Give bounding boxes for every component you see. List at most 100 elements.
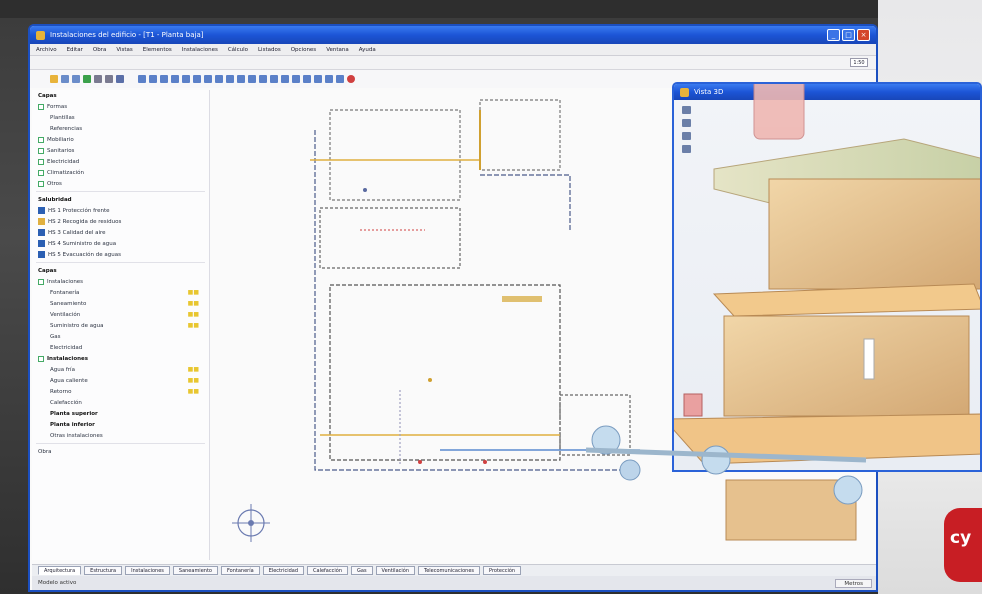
- menu-obra[interactable]: Obra: [93, 47, 106, 53]
- menu-archivo[interactable]: Archivo: [36, 47, 57, 53]
- layer-checkbox[interactable]: [38, 136, 44, 143]
- layer-sanitarios[interactable]: Sanitarios: [32, 145, 209, 156]
- menu-vistas[interactable]: Vistas: [116, 47, 132, 53]
- room-outline[interactable]: [479, 99, 561, 171]
- layer-referencias[interactable]: Referencias: [32, 123, 209, 134]
- tab-instalaciones[interactable]: Instalaciones: [125, 566, 170, 575]
- layer-climatizacion[interactable]: Climatización: [32, 167, 209, 178]
- units-indicator[interactable]: Metros: [835, 578, 872, 588]
- zoom-field[interactable]: 1:50: [850, 58, 868, 67]
- node-point[interactable]: [483, 460, 487, 464]
- menu-ayuda[interactable]: Ayuda: [359, 47, 376, 53]
- layer-icon[interactable]: [314, 75, 322, 83]
- inst-item[interactable]: Suministro de agua ■■: [32, 320, 209, 331]
- inst2-item[interactable]: Otras instalaciones: [32, 430, 209, 441]
- inst2-item[interactable]: Planta superior: [32, 408, 209, 419]
- tab-ventilacion[interactable]: Ventilación: [375, 566, 415, 575]
- snap-icon[interactable]: [336, 75, 344, 83]
- inst-item[interactable]: Fontanería ■■: [32, 287, 209, 298]
- menu-listados[interactable]: Listados: [258, 47, 281, 53]
- menu-opciones[interactable]: Opciones: [291, 47, 316, 53]
- menu-elementos[interactable]: Elementos: [143, 47, 172, 53]
- layer-checkbox[interactable]: [38, 169, 44, 176]
- inst2-item[interactable]: Agua fría ■■: [32, 364, 209, 375]
- duct-element[interactable]: [753, 84, 805, 140]
- open-icon[interactable]: [61, 75, 69, 83]
- maximize-button[interactable]: □: [842, 29, 855, 41]
- room-outline[interactable]: [329, 109, 461, 201]
- instalaciones-group[interactable]: Instalaciones: [32, 276, 209, 287]
- layer-checkbox[interactable]: [38, 158, 44, 165]
- pipe-icon[interactable]: [270, 75, 278, 83]
- layer-checkbox[interactable]: [38, 278, 44, 285]
- tab-electricidad[interactable]: Electricidad: [262, 566, 305, 575]
- valve-icon[interactable]: [281, 75, 289, 83]
- inst-item[interactable]: Electricidad: [32, 342, 209, 353]
- zoom-in-icon[interactable]: [193, 75, 201, 83]
- minimize-button[interactable]: _: [827, 29, 840, 41]
- stop-icon[interactable]: [347, 75, 355, 83]
- redo-icon[interactable]: [105, 75, 113, 83]
- tab-proteccion[interactable]: Protección: [483, 566, 522, 575]
- mirror-icon[interactable]: [182, 75, 190, 83]
- node-point[interactable]: [363, 188, 367, 192]
- salubridad-hs3[interactable]: HS 3 Calidad del aire: [32, 227, 209, 238]
- move-icon[interactable]: [149, 75, 157, 83]
- layer-checkbox[interactable]: [38, 103, 44, 110]
- inst2-item[interactable]: Agua caliente ■■: [32, 375, 209, 386]
- layer-formas[interactable]: Formas: [32, 101, 209, 112]
- new-icon[interactable]: [50, 75, 58, 83]
- select-icon[interactable]: [138, 75, 146, 83]
- arc-icon[interactable]: [259, 75, 267, 83]
- tab-arquitectura[interactable]: Arquitectura: [38, 566, 82, 575]
- menu-calculo[interactable]: Cálculo: [228, 47, 248, 53]
- measure-icon[interactable]: [226, 75, 234, 83]
- undo-icon[interactable]: [94, 75, 102, 83]
- fixture-icon[interactable]: [292, 75, 300, 83]
- inst-item[interactable]: Gas: [32, 331, 209, 342]
- rotate-icon[interactable]: [171, 75, 179, 83]
- inst2-item[interactable]: Retorno ■■: [32, 386, 209, 397]
- inst2-item[interactable]: Calefacción: [32, 397, 209, 408]
- inst-item[interactable]: Ventilación ■■: [32, 309, 209, 320]
- layer-mobiliario[interactable]: Mobiliario: [32, 134, 209, 145]
- node-point[interactable]: [428, 378, 432, 382]
- connect-icon[interactable]: [303, 75, 311, 83]
- tab-gas[interactable]: Gas: [351, 566, 373, 575]
- tab-saneamiento[interactable]: Saneamiento: [172, 566, 218, 575]
- text-icon[interactable]: [237, 75, 245, 83]
- menu-ventana[interactable]: Ventana: [326, 47, 349, 53]
- menu-instalaciones[interactable]: Instalaciones: [182, 47, 218, 53]
- line-icon[interactable]: [248, 75, 256, 83]
- layer-checkbox[interactable]: [38, 355, 44, 362]
- close-button[interactable]: ×: [857, 29, 870, 41]
- layer-electricidad[interactable]: Electricidad: [32, 156, 209, 167]
- layer-checkbox[interactable]: [38, 147, 44, 154]
- print-icon[interactable]: [116, 75, 124, 83]
- salubridad-hs4[interactable]: HS 4 Suministro de agua: [32, 238, 209, 249]
- salubridad-hs1[interactable]: HS 1 Protección frente: [32, 205, 209, 216]
- room-outline[interactable]: [329, 284, 561, 461]
- upper-floor-walls[interactable]: [768, 178, 982, 290]
- main-titlebar[interactable]: Instalaciones del edificio - [T1 - Plant…: [30, 26, 876, 44]
- copy-icon[interactable]: [160, 75, 168, 83]
- inst-item[interactable]: Saneamiento ■■: [32, 298, 209, 309]
- tab-telecomunicaciones[interactable]: Telecomunicaciones: [418, 566, 481, 575]
- grid-icon[interactable]: [325, 75, 333, 83]
- tab-calefaccion[interactable]: Calefacción: [307, 566, 348, 575]
- menu-editar[interactable]: Editar: [67, 47, 83, 53]
- middle-slab[interactable]: [712, 283, 982, 317]
- zoom-out-icon[interactable]: [204, 75, 212, 83]
- layer-otros[interactable]: Otros: [32, 178, 209, 189]
- save-icon[interactable]: [72, 75, 80, 83]
- pan-icon[interactable]: [215, 75, 223, 83]
- inst2-item[interactable]: Planta inferior: [32, 419, 209, 430]
- layer-checkbox[interactable]: [38, 180, 44, 187]
- layer-plantillas[interactable]: Plantillas: [32, 112, 209, 123]
- room-outline[interactable]: [319, 207, 461, 269]
- section-instalaciones-2[interactable]: Instalaciones: [32, 353, 209, 364]
- salubridad-hs5[interactable]: HS 5 Evacuación de aguas: [32, 249, 209, 260]
- tab-fontaneria[interactable]: Fontanería: [220, 566, 260, 575]
- tab-estructura[interactable]: Estructura: [84, 566, 123, 575]
- node-point[interactable]: [418, 460, 422, 464]
